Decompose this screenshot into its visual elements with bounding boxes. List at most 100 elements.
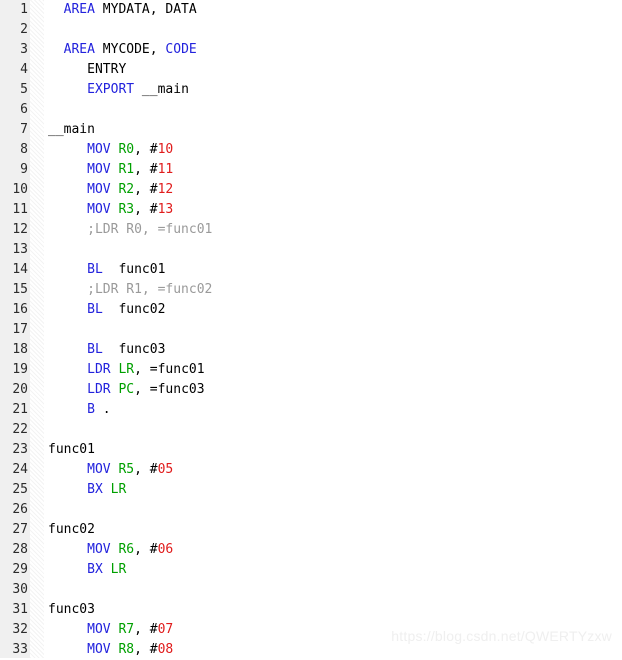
code-line[interactable]: 15 ;LDR R1, =func02 <box>0 280 622 300</box>
code-token-plain: func01 <box>102 262 166 277</box>
code-token-key: MOV <box>87 462 111 477</box>
code-line[interactable]: 16 BL func02 <box>0 300 622 320</box>
line-number: 18 <box>12 342 28 357</box>
code-line-text[interactable]: MOV R0, #10 <box>48 140 173 160</box>
code-line[interactable]: 26 <box>0 500 622 520</box>
line-number: 30 <box>12 582 28 597</box>
code-token-key: MOV <box>87 162 111 177</box>
code-line[interactable]: 20 LDR PC, =func03 <box>0 380 622 400</box>
code-token-plain: MYDATA, DATA <box>94 2 197 17</box>
line-number: 22 <box>12 422 28 437</box>
code-token-plain: __main <box>48 122 95 137</box>
line-number: 16 <box>12 302 28 317</box>
code-line[interactable]: 18 BL func03 <box>0 340 622 360</box>
code-line[interactable]: 24 MOV R5, #05 <box>0 460 622 480</box>
code-token-key: MOV <box>87 142 111 157</box>
code-line[interactable]: 8 MOV R0, #10 <box>0 140 622 160</box>
line-number: 7 <box>20 122 28 137</box>
code-token-reg: LR <box>118 362 135 377</box>
code-line-text[interactable]: MOV R8, #08 <box>48 640 173 660</box>
line-number: 21 <box>12 402 28 417</box>
code-line-text[interactable]: EXPORT __main <box>48 80 189 100</box>
code-line[interactable]: 28 MOV R6, #06 <box>0 540 622 560</box>
code-token-plain: , # <box>134 142 158 157</box>
code-line-text[interactable]: B . <box>48 400 110 420</box>
code-token-key: LDR <box>87 382 111 397</box>
line-number: 12 <box>12 222 28 237</box>
code-line[interactable]: 19 LDR LR, =func01 <box>0 360 622 380</box>
code-token-reg: R7 <box>118 622 135 637</box>
code-line[interactable]: 6 <box>0 100 622 120</box>
code-token-com: ;LDR R0, =func01 <box>87 222 213 237</box>
code-token-reg: R6 <box>118 542 135 557</box>
code-line[interactable]: 2 <box>0 20 622 40</box>
code-line[interactable]: 4 ENTRY <box>0 60 622 80</box>
line-number: 8 <box>20 142 28 157</box>
line-number: 20 <box>12 382 28 397</box>
code-line[interactable]: 3 AREA MYCODE, CODE <box>0 40 622 60</box>
code-line-text[interactable]: MOV R1, #11 <box>48 160 173 180</box>
code-line[interactable]: 25 BX LR <box>0 480 622 500</box>
code-line[interactable]: 21 B . <box>0 400 622 420</box>
code-line[interactable]: 13 <box>0 240 622 260</box>
code-line-text[interactable]: BX LR <box>48 480 126 500</box>
code-line[interactable]: 7 __main <box>0 120 622 140</box>
code-line-text[interactable]: func01 <box>48 440 95 460</box>
code-token-key: MOV <box>87 202 111 217</box>
code-lines-container: 1 AREA MYDATA, DATA 2 3 AREA MYCODE, CODE 4… <box>0 0 622 660</box>
code-line-text[interactable]: LDR PC, =func03 <box>48 380 204 400</box>
code-line[interactable]: 9 MOV R1, #11 <box>0 160 622 180</box>
line-number: 9 <box>20 162 28 177</box>
code-line-text[interactable]: LDR LR, =func01 <box>48 360 204 380</box>
code-editor[interactable]: 1 AREA MYDATA, DATA 2 3 AREA MYCODE, CODE 4… <box>0 0 622 658</box>
code-token-key: B <box>87 402 95 417</box>
code-line-text[interactable]: BL func01 <box>48 260 165 280</box>
code-line[interactable]: 17 <box>0 320 622 340</box>
code-line[interactable]: 5 EXPORT __main <box>0 80 622 100</box>
code-line-text[interactable]: BL func02 <box>48 300 165 320</box>
code-line-text[interactable]: func02 <box>48 520 95 540</box>
code-line-text[interactable]: ENTRY <box>48 60 126 80</box>
code-line[interactable]: 29 BX LR <box>0 560 622 580</box>
line-number: 2 <box>20 22 28 37</box>
code-token-num: 10 <box>157 142 174 157</box>
code-line-text[interactable]: BL func03 <box>48 340 165 360</box>
code-line[interactable]: 1 AREA MYDATA, DATA <box>0 0 622 20</box>
code-token-plain: __main <box>134 82 189 97</box>
code-token-reg: R8 <box>118 642 135 657</box>
code-line-text[interactable]: MOV R3, #13 <box>48 200 173 220</box>
code-line-text[interactable]: ;LDR R1, =func02 <box>48 280 212 300</box>
code-line[interactable]: 22 <box>0 420 622 440</box>
line-number: 5 <box>20 82 28 97</box>
code-line-text[interactable]: BX LR <box>48 560 126 580</box>
code-line[interactable]: 27 func02 <box>0 520 622 540</box>
code-line[interactable]: 14 BL func01 <box>0 260 622 280</box>
code-line[interactable]: 10 MOV R2, #12 <box>0 180 622 200</box>
code-line[interactable]: 23 func01 <box>0 440 622 460</box>
code-line-text[interactable]: MOV R6, #06 <box>48 540 173 560</box>
line-number: 11 <box>12 202 28 217</box>
code-line[interactable]: 11 MOV R3, #13 <box>0 200 622 220</box>
line-number: 23 <box>12 442 28 457</box>
code-line-text[interactable]: MOV R7, #07 <box>48 620 173 640</box>
code-line-text[interactable]: ;LDR R0, =func01 <box>48 220 212 240</box>
line-number: 19 <box>12 362 28 377</box>
code-line-text[interactable]: MOV R2, #12 <box>48 180 173 200</box>
code-line-text[interactable]: AREA MYCODE, CODE <box>48 40 197 60</box>
code-line-text[interactable]: MOV R5, #05 <box>48 460 173 480</box>
code-line[interactable]: 12 ;LDR R0, =func01 <box>0 220 622 240</box>
code-line[interactable]: 30 <box>0 580 622 600</box>
code-token-plain: , # <box>134 642 158 657</box>
code-token-plain: func02 <box>48 522 95 537</box>
code-line-text[interactable]: __main <box>48 120 95 140</box>
code-line[interactable]: 31 func03 <box>0 600 622 620</box>
line-number: 28 <box>12 542 28 557</box>
code-token-num: 06 <box>157 542 174 557</box>
code-line-text[interactable]: func03 <box>48 600 95 620</box>
code-line-text[interactable]: AREA MYDATA, DATA <box>48 0 197 20</box>
code-token-key: BX <box>87 562 103 577</box>
